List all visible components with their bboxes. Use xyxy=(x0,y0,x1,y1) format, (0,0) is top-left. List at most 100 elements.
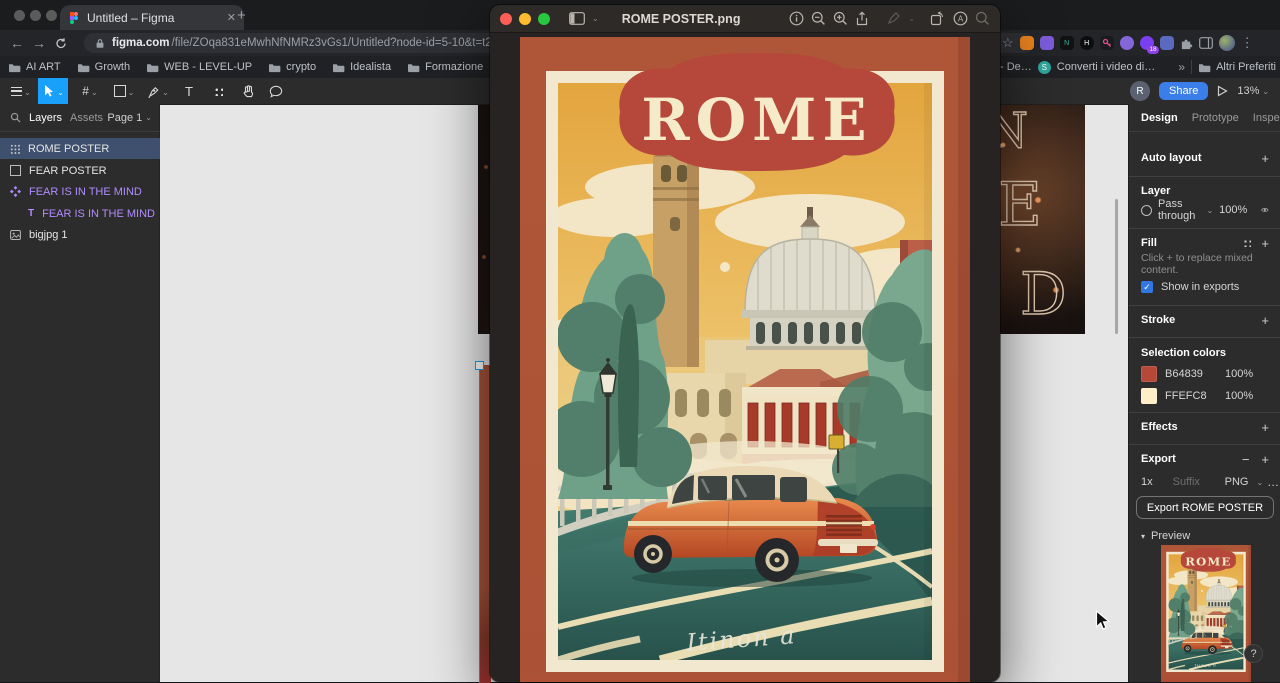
preview-title-bar[interactable]: ⌄ ROME POSTER.png ⌄ A xyxy=(490,5,1000,33)
zoom-in-icon[interactable] xyxy=(833,11,848,26)
extension-badge-icon[interactable]: 18 xyxy=(1139,36,1159,54)
resources-tool-button[interactable] xyxy=(204,78,232,104)
export-more-icon[interactable]: … xyxy=(1267,475,1280,489)
back-icon[interactable]: ← xyxy=(6,35,28,51)
fill-styles-icon[interactable] xyxy=(1243,239,1252,247)
browser-tab[interactable]: Untitled – Figma ✕ xyxy=(60,5,244,30)
blend-mode-value[interactable]: Pass through xyxy=(1158,198,1196,222)
folder-icon xyxy=(147,63,159,72)
extension-violet-icon[interactable] xyxy=(1119,36,1134,50)
bookmark-item[interactable]: AI ART xyxy=(8,61,61,73)
bookmark-item[interactable]: crypto xyxy=(268,61,316,73)
color-hex[interactable]: B64839 xyxy=(1165,368,1217,380)
hand-tool-button[interactable] xyxy=(234,78,262,104)
export-rome-poster-button[interactable]: Export ROME POSTER xyxy=(1136,496,1274,519)
window-minimize-button[interactable] xyxy=(30,10,41,21)
selection-color-row[interactable]: B64839 100% xyxy=(1129,364,1280,384)
move-tool-button[interactable]: ⌄ xyxy=(38,78,68,104)
present-play-icon[interactable] xyxy=(1217,85,1229,97)
bookmark-partial[interactable]: - De… xyxy=(1000,61,1032,73)
tab-design[interactable]: Design xyxy=(1141,112,1178,124)
canvas-scrollbar[interactable] xyxy=(1115,199,1118,334)
selection-color-row[interactable]: FFEFC8 100% xyxy=(1129,386,1280,406)
info-icon[interactable] xyxy=(789,11,804,26)
zoom-out-icon[interactable] xyxy=(811,11,826,26)
window-zoom-button[interactable] xyxy=(538,12,550,25)
bookmark-converti[interactable]: Converti i video di… xyxy=(1057,61,1155,73)
blend-mode-icon[interactable] xyxy=(1141,204,1152,216)
export-suffix-input[interactable] xyxy=(1170,475,1221,489)
color-opacity[interactable]: 100% xyxy=(1225,368,1253,380)
new-tab-button[interactable]: + xyxy=(237,7,246,24)
side-panel-icon[interactable] xyxy=(1198,37,1213,49)
extension-purple-icon[interactable] xyxy=(1039,36,1054,50)
tab-prototype[interactable]: Prototype xyxy=(1192,112,1239,124)
tab-close-icon[interactable]: ✕ xyxy=(227,11,236,24)
bookmark-item[interactable]: Formazione xyxy=(407,61,483,73)
comment-tool-button[interactable] xyxy=(262,78,290,104)
window-minimize-button[interactable] xyxy=(519,12,531,25)
bookmarks-overflow-icon[interactable]: » xyxy=(1178,60,1185,74)
export-scale[interactable]: 1x xyxy=(1141,476,1153,488)
browser-avatar[interactable] xyxy=(1218,35,1235,51)
extension-indigo-icon[interactable] xyxy=(1159,36,1174,50)
pen-tool-button[interactable]: ⌄ xyxy=(142,78,174,104)
reload-icon[interactable] xyxy=(50,37,72,50)
zoom-level-control[interactable]: 13% ⌄ xyxy=(1237,85,1269,97)
help-button[interactable]: ? xyxy=(1244,644,1263,663)
bookmark-item[interactable]: Growth xyxy=(77,61,130,73)
rotate-icon[interactable] xyxy=(930,11,946,26)
preview-app-window[interactable]: ⌄ ROME POSTER.png ⌄ A xyxy=(490,5,1000,682)
layer-opacity[interactable]: 100% xyxy=(1219,204,1247,216)
page-selector[interactable]: Page 1 ⌄ xyxy=(107,112,152,124)
show-in-exports-checkbox[interactable]: ✓ xyxy=(1141,281,1153,293)
layer-row-fear-poster[interactable]: FEAR POSTER xyxy=(0,160,160,181)
share-icon[interactable] xyxy=(855,10,869,27)
add-effect-icon[interactable]: + xyxy=(1261,420,1269,435)
sidebar-toggle-icon[interactable] xyxy=(569,12,585,25)
window-zoom-button[interactable] xyxy=(46,10,57,21)
share-button[interactable]: Share xyxy=(1159,82,1209,100)
layer-row-fear-text[interactable]: T FEAR IS IN THE MIND xyxy=(0,203,160,224)
extension-metamask-icon[interactable] xyxy=(1019,36,1034,50)
puzzle-extensions-icon[interactable] xyxy=(1180,37,1193,50)
annotate-icon[interactable]: A xyxy=(953,11,968,26)
user-avatar[interactable]: R xyxy=(1130,81,1150,101)
bookmark-star-icon[interactable]: ☆ xyxy=(1002,35,1014,51)
forward-icon[interactable]: → xyxy=(28,35,50,51)
bookmark-item[interactable]: WEB - LEVEL-UP xyxy=(146,61,252,73)
extension-key-icon[interactable] xyxy=(1099,36,1114,50)
add-stroke-icon[interactable]: + xyxy=(1261,313,1269,328)
selection-handle[interactable] xyxy=(475,361,484,370)
tab-layers[interactable]: Layers xyxy=(29,112,62,124)
add-auto-layout-icon[interactable]: + xyxy=(1261,151,1269,166)
window-close-button[interactable] xyxy=(500,12,512,25)
figma-main-menu-button[interactable]: ⌄ xyxy=(6,78,36,104)
window-close-button[interactable] xyxy=(14,10,25,21)
preview-content xyxy=(490,33,1000,682)
layer-row-rome-poster[interactable]: ROME POSTER xyxy=(0,138,160,159)
search-icon[interactable] xyxy=(975,11,990,26)
layer-row-bigjpg[interactable]: bigjpg 1 xyxy=(0,224,160,245)
search-icon[interactable] xyxy=(10,112,21,123)
export-format[interactable]: PNG xyxy=(1225,476,1249,488)
shape-tool-button[interactable]: ⌄ xyxy=(108,78,140,104)
preview-label: Preview xyxy=(1151,530,1191,542)
visibility-eye-icon[interactable] xyxy=(1261,205,1269,215)
color-swatch-red[interactable] xyxy=(1141,366,1157,382)
tab-assets[interactable]: Assets xyxy=(70,112,103,124)
add-fill-icon[interactable]: + xyxy=(1261,236,1269,251)
color-swatch-cream[interactable] xyxy=(1141,388,1157,404)
bookmark-other-favorites[interactable]: Altri Preferiti xyxy=(1198,61,1276,73)
bookmark-item[interactable]: Idealista xyxy=(332,61,391,73)
tab-inspect[interactable]: Inspect xyxy=(1253,112,1280,124)
color-opacity[interactable]: 100% xyxy=(1225,390,1253,402)
preview-disclosure-icon[interactable]: ▾ xyxy=(1141,532,1145,541)
text-tool-button[interactable]: T xyxy=(176,78,202,104)
layer-row-fear-component[interactable]: FEAR IS IN THE MIND xyxy=(0,181,160,202)
remove-export-icon[interactable]: − xyxy=(1242,452,1250,467)
frame-tool-button[interactable]: # ⌄ xyxy=(74,78,106,104)
color-hex[interactable]: FFEFC8 xyxy=(1165,390,1217,402)
browser-menu-icon[interactable]: ⋮ xyxy=(1241,35,1254,51)
add-export-icon[interactable]: + xyxy=(1261,452,1269,467)
